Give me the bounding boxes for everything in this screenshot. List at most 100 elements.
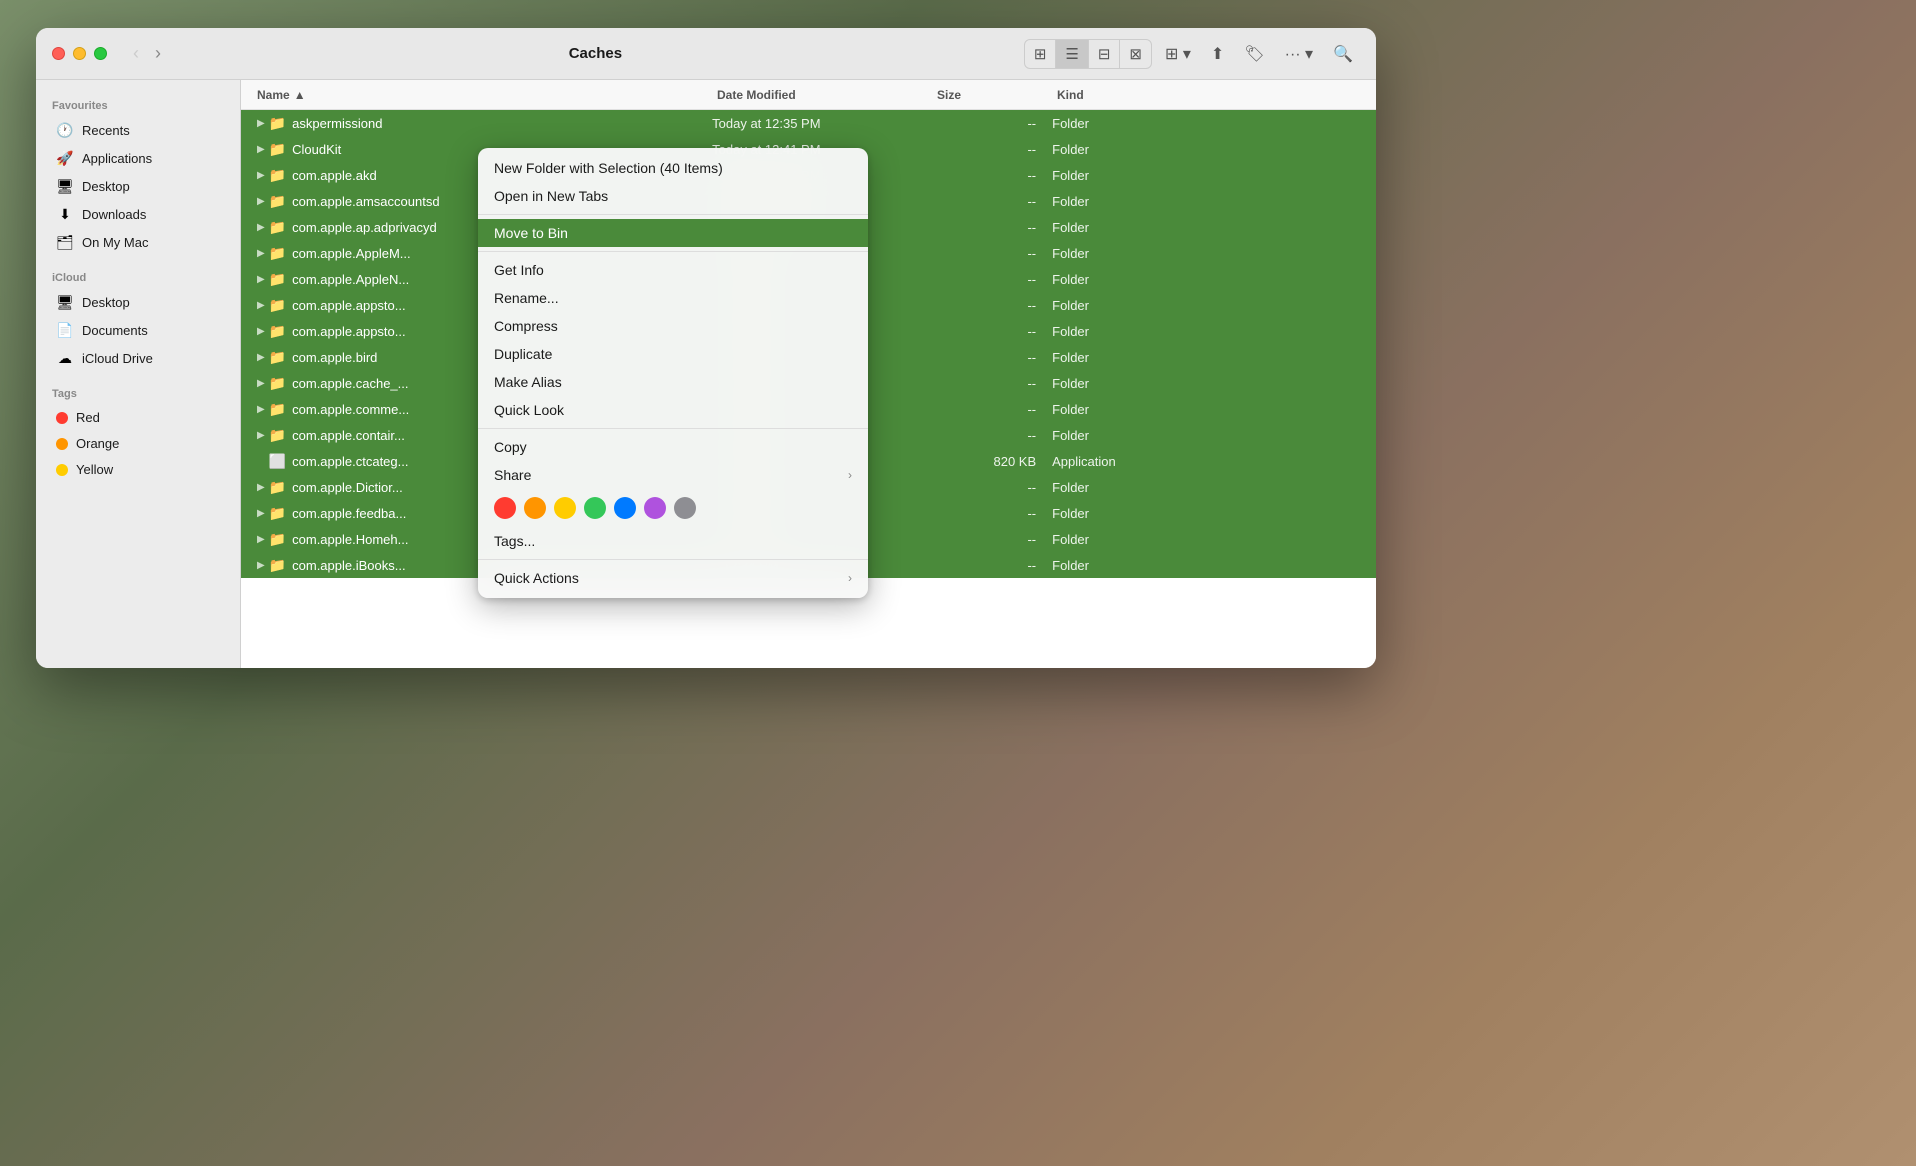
file-size: -- [932, 220, 1052, 235]
folder-icon: 📁 [269, 401, 286, 418]
yellow-tag-dot [56, 464, 68, 476]
column-view-button[interactable]: ⊟ [1089, 40, 1121, 68]
file-size: -- [932, 558, 1052, 573]
name-column-header[interactable]: Name ▲ [257, 88, 717, 102]
sidebar-item-yellow-tag[interactable]: Yellow [44, 457, 232, 482]
file-size: -- [932, 480, 1052, 495]
maximize-button[interactable] [94, 47, 107, 60]
sidebar-item-applications[interactable]: 🚀 Applications [44, 145, 232, 172]
table-row[interactable]: ▶ 📁 askpermissiond Today at 12:35 PM -- … [241, 110, 1376, 136]
folder-icon: 📁 [269, 349, 286, 366]
menu-item-rename[interactable]: Rename... [478, 284, 868, 312]
expand-arrow: ▶ [257, 534, 265, 545]
file-size: -- [932, 532, 1052, 547]
file-kind: Folder [1052, 246, 1360, 261]
sidebar-item-downloads[interactable]: ⬇ Downloads [44, 201, 232, 228]
menu-item-copy[interactable]: Copy [478, 433, 868, 461]
expand-arrow: ▶ [257, 482, 265, 493]
tag-orange[interactable] [524, 497, 546, 519]
tag-button[interactable]: 🏷 [1237, 39, 1271, 69]
window-title: Caches [167, 45, 1024, 62]
more-button[interactable]: ··· ▾ [1278, 39, 1320, 69]
column-headers: Name ▲ Date Modified Size Kind [241, 80, 1376, 110]
search-button[interactable]: 🔍 [1326, 39, 1360, 69]
close-button[interactable] [52, 47, 65, 60]
menu-item-new-folder[interactable]: New Folder with Selection (40 Items) [478, 154, 868, 182]
sidebar-item-red-tag[interactable]: Red [44, 405, 232, 430]
sidebar-item-icloud-drive[interactable]: ☁ iCloud Drive [44, 345, 232, 372]
sidebar-label-icloud-desktop: Desktop [82, 295, 130, 310]
tag-red[interactable] [494, 497, 516, 519]
minimize-button[interactable] [73, 47, 86, 60]
documents-icon: 📄 [56, 322, 74, 339]
menu-item-tags[interactable]: Tags... [478, 527, 868, 555]
menu-item-make-alias[interactable]: Make Alias [478, 368, 868, 396]
icon-view-button[interactable]: ⊞ [1025, 40, 1057, 68]
file-size: -- [932, 194, 1052, 209]
menu-item-duplicate[interactable]: Duplicate [478, 340, 868, 368]
size-column-header[interactable]: Size [937, 88, 1057, 102]
forward-button[interactable]: › [149, 39, 167, 68]
menu-item-quick-actions[interactable]: Quick Actions › [478, 564, 868, 592]
file-kind: Folder [1052, 376, 1360, 391]
gallery-view-button[interactable]: ⊠ [1120, 40, 1151, 68]
tag-purple[interactable] [644, 497, 666, 519]
tag-green[interactable] [584, 497, 606, 519]
tag-gray[interactable] [674, 497, 696, 519]
file-kind: Folder [1052, 532, 1360, 547]
folder-icon: 📁 [269, 271, 286, 288]
applications-icon: 🚀 [56, 150, 74, 167]
share-button[interactable]: ⬆ [1204, 39, 1231, 69]
sidebar-label-yellow: Yellow [76, 462, 113, 477]
kind-column-header[interactable]: Kind [1057, 88, 1360, 102]
sidebar-item-orange-tag[interactable]: Orange [44, 431, 232, 456]
menu-item-move-to-bin[interactable]: Move to Bin [478, 219, 868, 247]
menu-item-label: Move to Bin [494, 225, 568, 241]
folder-icon: 📁 [269, 505, 286, 522]
date-column-header[interactable]: Date Modified [717, 88, 937, 102]
orange-tag-dot [56, 438, 68, 450]
group-button[interactable]: ⊞ ▾ [1158, 39, 1198, 69]
menu-item-quick-look[interactable]: Quick Look [478, 396, 868, 424]
sidebar-label-desktop: Desktop [82, 179, 130, 194]
file-size: -- [932, 298, 1052, 313]
file-kind: Folder [1052, 506, 1360, 521]
expand-arrow: ▶ [257, 404, 265, 415]
menu-item-label: Share [494, 467, 531, 483]
folder-icon: 📁 [269, 375, 286, 392]
list-view-button[interactable]: ☰ [1056, 40, 1088, 68]
menu-item-share[interactable]: Share › [478, 461, 868, 489]
sidebar-item-recents[interactable]: 🕐 Recents [44, 117, 232, 144]
sidebar-label-recents: Recents [82, 123, 130, 138]
tag-blue[interactable] [614, 497, 636, 519]
menu-item-label: Duplicate [494, 346, 552, 362]
menu-item-label: New Folder with Selection (40 Items) [494, 160, 723, 176]
expand-arrow: ▶ [257, 222, 265, 233]
file-kind: Folder [1052, 168, 1360, 183]
folder-icon: 📁 [269, 193, 286, 210]
tag-yellow[interactable] [554, 497, 576, 519]
menu-item-open-tabs[interactable]: Open in New Tabs [478, 182, 868, 210]
folder-icon: 📁 [269, 167, 286, 184]
sidebar-item-desktop[interactable]: 🖥 Desktop [44, 173, 232, 200]
favourites-section-title: Favourites [36, 92, 240, 116]
menu-item-get-info[interactable]: Get Info [478, 256, 868, 284]
menu-item-label: Get Info [494, 262, 544, 278]
back-button[interactable]: ‹ [127, 39, 145, 68]
folder-icon: 📁 [269, 557, 286, 574]
menu-item-compress[interactable]: Compress [478, 312, 868, 340]
expand-arrow: ▶ [257, 560, 265, 571]
sidebar-item-icloud-desktop[interactable]: 🖥 Desktop [44, 289, 232, 316]
sidebar-item-on-my-mac[interactable]: 🗂 On My Mac [44, 229, 232, 256]
expand-arrow: ▶ [257, 144, 265, 155]
sidebar-label-downloads: Downloads [82, 207, 146, 222]
file-kind: Folder [1052, 428, 1360, 443]
folder-icon: 📁 [269, 245, 286, 262]
folder-icon: 📁 [269, 479, 286, 496]
sidebar-label-orange: Orange [76, 436, 119, 451]
sidebar-item-documents[interactable]: 📄 Documents [44, 317, 232, 344]
file-size: -- [932, 350, 1052, 365]
expand-arrow: ▶ [257, 170, 265, 181]
toolbar-right: ⊞ ☰ ⊟ ⊠ ⊞ ▾ ⬆ 🏷 ··· ▾ 🔍 [1024, 39, 1360, 69]
expand-arrow: ▶ [257, 248, 265, 259]
